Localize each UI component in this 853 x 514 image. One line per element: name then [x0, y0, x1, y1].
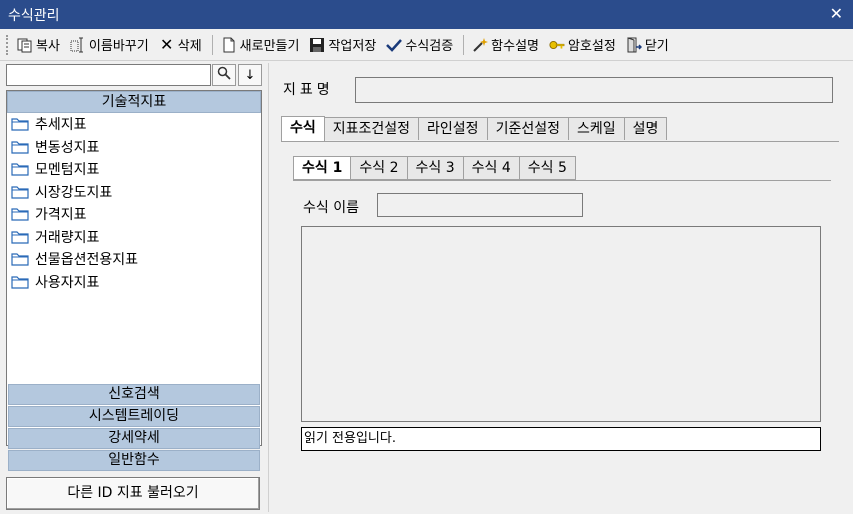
down-arrow-icon: ↓: [244, 67, 256, 83]
folder-icon: [11, 185, 29, 199]
folder-icon: [11, 207, 29, 221]
delete-label: 삭제: [177, 39, 202, 54]
delete-button[interactable]: ✕ 삭제: [155, 33, 206, 57]
tree-item-label: 모멘텀지표: [35, 162, 100, 179]
window-title: 수식관리: [8, 7, 60, 24]
tab[interactable]: 스케일: [567, 117, 625, 140]
formula-name-field[interactable]: [377, 193, 583, 217]
verify-label: 수식검증: [405, 39, 454, 54]
indicator-name-label: 지표명: [283, 82, 334, 98]
close-icon[interactable]: ✕: [830, 4, 843, 23]
toolbar-grip[interactable]: [6, 34, 9, 55]
tree-item-label: 추세지표: [35, 117, 87, 134]
delete-icon: ✕: [160, 35, 174, 54]
tree-item[interactable]: 모멘텀지표: [7, 158, 261, 181]
tab[interactable]: 라인설정: [418, 117, 488, 140]
exit-label: 닫기: [644, 39, 669, 54]
category-general-functions[interactable]: 일반함수: [8, 450, 260, 471]
tree-item[interactable]: 사용자지표: [7, 271, 261, 294]
password-button[interactable]: 암호설정: [545, 33, 620, 57]
tab[interactable]: 수식: [281, 116, 325, 141]
verify-button[interactable]: 수식검증: [382, 33, 457, 57]
right-panel: 지표명 수식 지표조건설정 라인설정 기준선설정 스케일 설명 수식 1 수식 2 수식 3수…: [268, 63, 849, 512]
tree-item-label: 가격지표: [35, 207, 87, 224]
tab-divider: [281, 141, 839, 142]
toolbar: 복사 이름바꾸기 ✕ 삭제 새로만들기 작업저장 수식검증 함수설명 암호설정 …: [0, 29, 853, 61]
function-help-button[interactable]: 함수설명: [468, 33, 543, 57]
exit-door-icon: [626, 36, 642, 53]
formula-subtab[interactable]: 수식 1: [293, 156, 352, 180]
load-other-id-button[interactable]: 다른 ID 지표 불러오기: [6, 477, 260, 510]
password-label: 암호설정: [568, 39, 616, 54]
title-bar: 수식관리 ✕: [0, 0, 853, 29]
new-label: 새로만들기: [239, 39, 300, 54]
folder-icon: [11, 117, 29, 131]
tab[interactable]: 기준선설정: [486, 117, 569, 140]
formula-manager-window: 수식관리 ✕ 복사 이름바꾸기 ✕ 삭제 새로만들기 작업저장 수식검증 함수설…: [0, 0, 853, 514]
toolbar-separator: [211, 34, 213, 55]
tab[interactable]: 지표조건설정: [323, 117, 420, 140]
tree-item-label: 시장강도지표: [35, 184, 113, 201]
subtab-divider: [293, 180, 831, 181]
category-technical-indicators[interactable]: 기술적지표: [7, 91, 261, 113]
new-document-icon: [221, 37, 237, 53]
search-icon: [217, 66, 231, 84]
tree-item[interactable]: 거래량지표: [7, 226, 261, 249]
category-system-trading[interactable]: 시스템트레이딩: [8, 406, 260, 427]
formula-subtab[interactable]: 수식 4: [462, 156, 520, 180]
copy-label: 복사: [36, 39, 60, 54]
copy-button[interactable]: 복사: [13, 33, 64, 57]
formula-name-label: 수식 이름: [303, 200, 359, 216]
toolbar-separator: [463, 34, 465, 55]
search-input[interactable]: [6, 64, 211, 86]
tree-item[interactable]: 추세지표: [7, 113, 261, 136]
folder-icon: [11, 140, 29, 154]
save-label: 작업저장: [328, 39, 377, 54]
folder-icon: [11, 230, 29, 244]
formula-subtab[interactable]: 수식 3: [406, 156, 464, 180]
function-help-label: 함수설명: [491, 39, 539, 54]
search-row: ↓: [6, 63, 262, 87]
tree-item[interactable]: 가격지표: [7, 203, 261, 226]
formula-editor[interactable]: [301, 226, 821, 422]
formula-subtab[interactable]: 수식 5: [518, 156, 576, 180]
tree-item-label: 변동성지표: [35, 139, 100, 156]
category-signal-search[interactable]: 신호검색: [8, 384, 260, 405]
indicator-name-field[interactable]: [355, 77, 833, 103]
tree-list: 추세지표변동성지표모멘텀지표시장강도지표가격지표거래량지표선물옵션전용지표사용자…: [7, 113, 261, 293]
new-button[interactable]: 새로만들기: [217, 33, 304, 57]
tab[interactable]: 설명: [623, 117, 668, 140]
formula-subtab[interactable]: 수식 2: [350, 156, 408, 180]
tree-item-label: 사용자지표: [35, 274, 100, 291]
exit-button[interactable]: 닫기: [622, 33, 673, 57]
tree-item[interactable]: 선물옵션전용지표: [7, 248, 261, 271]
checkmark-icon: [386, 37, 403, 53]
save-icon: [309, 37, 325, 53]
search-button[interactable]: [212, 64, 236, 86]
folder-icon: [11, 275, 29, 289]
tree-item[interactable]: 변동성지표: [7, 136, 261, 159]
key-icon: [549, 37, 565, 53]
main-tabs: 수식 지표조건설정 라인설정 기준선설정 스케일 설명: [281, 116, 668, 141]
save-button[interactable]: 작업저장: [305, 33, 380, 57]
rename-icon: [70, 37, 86, 53]
folder-icon: [11, 252, 29, 266]
folder-icon: [11, 162, 29, 176]
rename-button[interactable]: 이름바꾸기: [66, 33, 153, 57]
copy-icon: [17, 37, 33, 53]
tree-item-label: 선물옵션전용지표: [35, 252, 139, 269]
rename-label: 이름바꾸기: [88, 39, 149, 54]
tree-item[interactable]: 시장강도지표: [7, 181, 261, 204]
left-panel: ↓ 기술적지표 추세지표변동성지표모멘텀지표시장강도지표가격지표거래량지표선물옵…: [6, 63, 262, 512]
magic-wand-icon: [472, 37, 489, 53]
status-message: 읽기 전용입니다.: [301, 427, 821, 451]
next-result-button[interactable]: ↓: [238, 64, 262, 86]
category-bull-bear[interactable]: 강세약세: [8, 428, 260, 449]
tree-item-label: 거래량지표: [35, 229, 100, 246]
formula-subtabs: 수식 1 수식 2 수식 3 수식 4 수식 5: [293, 156, 576, 180]
